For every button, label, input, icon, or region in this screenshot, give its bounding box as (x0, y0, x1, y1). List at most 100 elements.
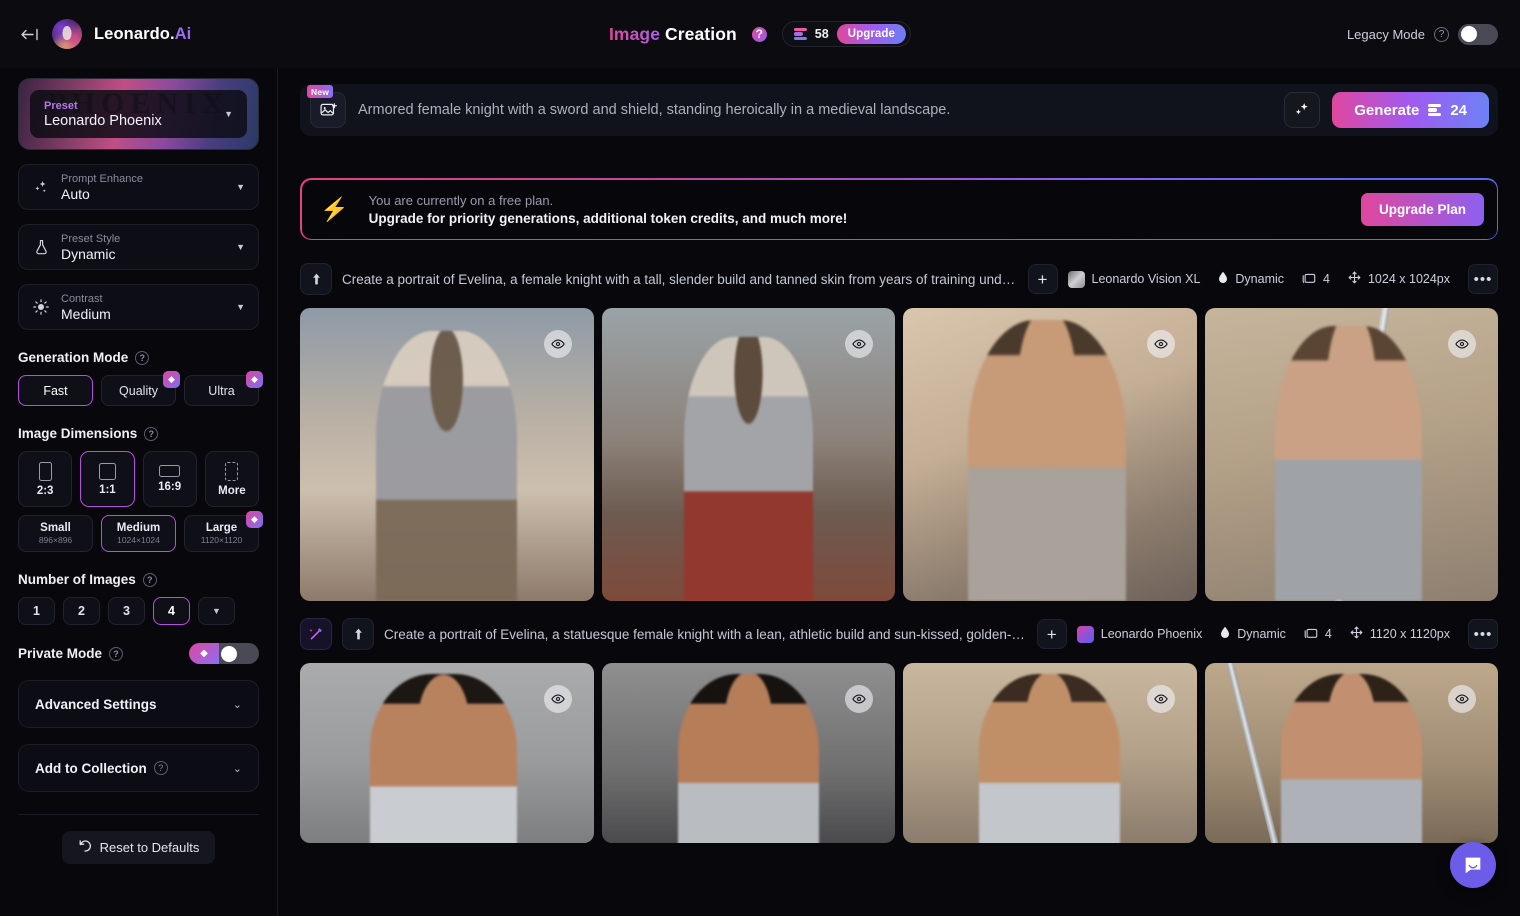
image-size-small-name: Small (40, 522, 71, 534)
preview-eye-icon[interactable] (1146, 685, 1175, 713)
resize-icon (1348, 271, 1361, 287)
preset-inner[interactable]: Preset Leonardo Phoenix ▼ (30, 90, 247, 138)
portrait-shape-icon (38, 461, 52, 481)
number-of-images-more-icon[interactable]: ▼ (198, 597, 235, 625)
brand-name[interactable]: Leonardo.Ai (94, 25, 191, 44)
prompt-enhance-label: Prompt Enhance (61, 172, 143, 185)
magic-wand-icon[interactable] (300, 618, 332, 650)
aspect-ratio-16-9[interactable]: 16:9 (142, 451, 197, 507)
preset-style-label: Preset Style (61, 232, 121, 245)
preview-eye-icon[interactable] (1448, 330, 1476, 358)
number-of-images-3[interactable]: 3 (108, 597, 145, 625)
result-prompt-text[interactable]: Create a portrait of Evelina, a statuesq… (384, 627, 1027, 642)
add-to-collection-label: Add to Collection (35, 760, 147, 776)
result-count-label: 4 (1323, 272, 1330, 286)
generation-mode-help-icon[interactable]: ? (135, 350, 150, 365)
upload-arrow-icon[interactable] (300, 263, 332, 295)
private-mode-help-icon[interactable]: ? (109, 646, 124, 661)
number-of-images-2[interactable]: 2 (63, 597, 100, 625)
expand-prompt-button[interactable]: + (1036, 619, 1067, 649)
generated-image-4[interactable] (1204, 308, 1498, 601)
image-size-large[interactable]: Large 1120×1120 ◆ (184, 511, 263, 552)
generation-mode-ultra[interactable]: Ultra ◆ (184, 371, 263, 406)
generated-image-2[interactable] (601, 308, 895, 601)
legacy-help-icon[interactable]: ? (1434, 26, 1449, 42)
preset-style-value: Dynamic (61, 245, 116, 262)
image-size-medium[interactable]: Medium 1024×1024 (101, 515, 176, 552)
generation-mode-quality[interactable]: Quality ◆ (101, 371, 180, 406)
preview-eye-icon[interactable] (1146, 330, 1175, 358)
preview-eye-icon[interactable] (845, 685, 873, 713)
preview-eye-icon[interactable] (1448, 685, 1476, 713)
image-dimensions-label: Image Dimensions (18, 426, 138, 441)
upgrade-plan-button[interactable]: Upgrade Plan (1360, 192, 1484, 226)
toggle-knob (1461, 26, 1477, 42)
advanced-settings-panel[interactable]: Advanced Settings ⌄ (18, 680, 259, 728)
number-of-images-help-icon[interactable]: ? (142, 572, 157, 587)
brand-avatar (52, 19, 82, 49)
result-prompt-text[interactable]: Create a portrait of Evelina, a female k… (342, 272, 1018, 287)
private-mode-control: ◆ (189, 643, 259, 664)
droplet-icon (1218, 271, 1228, 287)
image-add-icon[interactable]: New (307, 85, 346, 128)
generated-image-3[interactable] (903, 308, 1197, 601)
generate-button[interactable]: Generate 24 (1332, 92, 1489, 128)
number-of-images-1[interactable]: 1 (18, 597, 55, 625)
generated-image-6[interactable] (601, 663, 895, 843)
image-size-small[interactable]: Small 896×896 (18, 515, 93, 552)
private-mode-toggle[interactable] (219, 643, 259, 664)
brand-name-suffix: Ai (174, 24, 192, 43)
reset-to-defaults-button[interactable]: Reset to Defaults (61, 831, 216, 864)
number-of-images-4[interactable]: 4 (153, 597, 190, 625)
generated-image-7[interactable] (903, 663, 1197, 843)
expand-prompt-button[interactable]: + (1027, 264, 1058, 294)
page-title-word1: Image (608, 23, 661, 44)
prompt-input[interactable]: Armored female knight with a sword and s… (358, 102, 1272, 118)
contrast-texts: Contrast Medium (61, 293, 217, 322)
generated-image-5[interactable] (300, 663, 594, 843)
prompt-enhance-select[interactable]: Prompt Enhance Auto ▼ (18, 164, 259, 210)
preview-eye-icon[interactable] (543, 685, 572, 713)
result-dimensions: 1120 x 1120px (1350, 626, 1450, 642)
result-menu-button[interactable]: ••• (1468, 619, 1498, 649)
image-dimensions-section: Image Dimensions ? 2:3 1:1 16:9 More Sma… (18, 426, 263, 552)
aspect-ratio-2-3[interactable]: 2:3 (18, 451, 73, 507)
result-style-label: Dynamic (1237, 627, 1286, 641)
generated-image-1[interactable] (300, 308, 594, 601)
sidebar-divider (18, 814, 259, 815)
add-to-collection-help-icon[interactable]: ? (153, 761, 168, 775)
banner-line-1: You are currently on a free plan. (368, 192, 554, 208)
preview-eye-icon[interactable] (543, 330, 572, 358)
add-to-collection-panel[interactable]: Add to Collection ? ⌄ (18, 744, 259, 792)
result-model: Leonardo Vision XL (1067, 270, 1200, 288)
contrast-value: Medium (61, 305, 111, 322)
contrast-select[interactable]: Contrast Medium ▼ (18, 284, 259, 330)
generation-mode-label: Generation Mode (18, 350, 129, 365)
upgrade-button[interactable]: Upgrade (836, 24, 907, 44)
preset-style-select[interactable]: Preset Style Dynamic ▼ (18, 224, 259, 270)
droplet-icon (1220, 626, 1230, 642)
brightness-icon (32, 299, 50, 315)
page-title-word2: Creation (664, 23, 737, 44)
page-help-icon[interactable]: ? (749, 24, 769, 44)
premium-gem-icon: ◆ (189, 643, 219, 664)
result-menu-button[interactable]: ••• (1468, 264, 1498, 294)
token-balance-pill[interactable]: 58 Upgrade (781, 21, 912, 47)
upload-arrow-icon[interactable] (342, 618, 374, 650)
collapse-sidebar-icon[interactable] (20, 24, 40, 44)
aspect-ratio-more[interactable]: More (204, 451, 259, 507)
prompt-enhance-value: Auto (61, 185, 90, 202)
aspect-ratio-2-3-label: 2:3 (36, 484, 54, 497)
chevron-down-icon: ▼ (224, 109, 233, 119)
private-mode-row: Private Mode ? ◆ (18, 643, 259, 664)
preset-selector[interactable]: PHOENIX Preset Leonardo Phoenix ▼ (18, 78, 259, 150)
generation-mode-fast[interactable]: Fast (18, 375, 93, 406)
sparkle-enhance-icon[interactable] (1284, 92, 1321, 128)
legacy-mode-toggle[interactable] (1458, 23, 1498, 45)
preview-eye-icon[interactable] (845, 330, 873, 358)
app-root: Leonardo.Ai Image Creation ? 58 Upgrade … (0, 0, 1520, 916)
generated-image-8[interactable] (1204, 663, 1498, 843)
image-dimensions-help-icon[interactable]: ? (144, 426, 159, 441)
chat-bubble-icon[interactable] (1450, 842, 1496, 888)
aspect-ratio-1-1[interactable]: 1:1 (80, 451, 135, 507)
